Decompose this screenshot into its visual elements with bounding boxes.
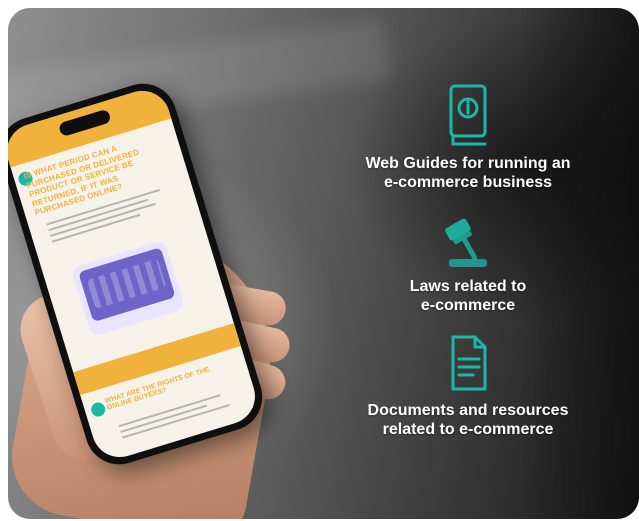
document-icon <box>451 335 487 391</box>
promo-image: IS WHAT PERIOD CAN A PURCHASED OR DELIVE… <box>8 8 639 519</box>
image-frame: IS WHAT PERIOD CAN A PURCHASED OR DELIVE… <box>0 0 639 521</box>
info-book-icon <box>449 84 487 146</box>
feature-web-guides: Web Guides for running an e-commerce bus… <box>328 82 608 192</box>
feature-text-web-guides: Web Guides for running an e-commerce bus… <box>365 155 571 192</box>
feature-documents: Documents and resources related to e-com… <box>328 331 608 439</box>
feature-text-laws: Laws related to e-commerce <box>409 278 527 315</box>
gavel-icon <box>445 218 487 267</box>
text-line <box>120 404 208 433</box>
section-dot-2 <box>89 400 107 419</box>
feature-text-documents: Documents and resources related to e-com… <box>367 402 569 439</box>
feature-laws: Laws related to e-commerce <box>328 211 608 315</box>
